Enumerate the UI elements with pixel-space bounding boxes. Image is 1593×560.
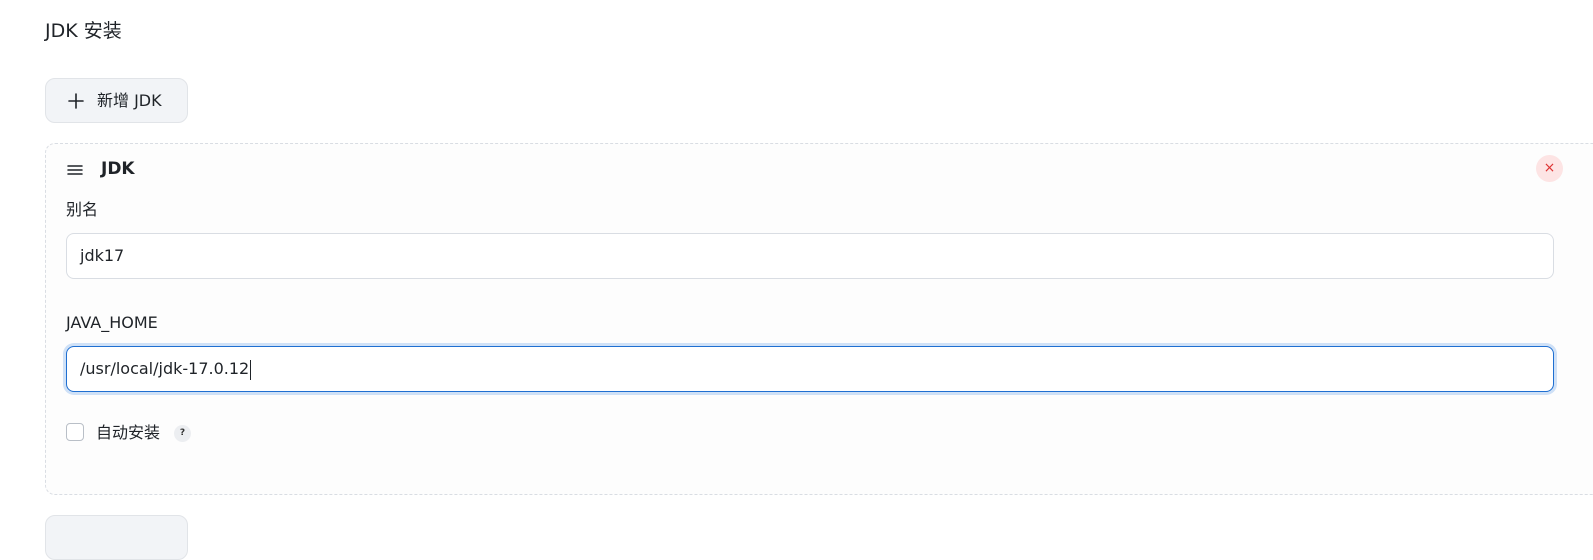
add-jdk-button[interactable]: 新增 JDK: [45, 78, 188, 123]
drag-handle-icon[interactable]: [67, 164, 83, 176]
java-home-input[interactable]: /usr/local/jdk-17.0.12: [66, 346, 1554, 392]
alias-input-value: jdk17: [80, 246, 125, 265]
close-icon[interactable]: ×: [1536, 155, 1563, 182]
card-title: JDK: [101, 159, 135, 179]
partial-button[interactable]: [45, 515, 188, 560]
text-caret: [250, 359, 252, 380]
alias-input[interactable]: jdk17: [66, 233, 1554, 279]
help-icon[interactable]: ?: [174, 425, 191, 442]
section-title: JDK 安装: [45, 20, 122, 42]
auto-install-label: 自动安装: [96, 423, 161, 442]
java-home-input-value: /usr/local/jdk-17.0.12: [80, 359, 250, 378]
plus-icon: [68, 93, 84, 109]
alias-label: 别名: [66, 200, 99, 219]
auto-install-checkbox[interactable]: [66, 423, 84, 441]
java-home-label: JAVA_HOME: [66, 313, 158, 332]
jdk-card: JDK × 别名 jdk17 JAVA_HOME /usr/local/jdk-…: [45, 143, 1593, 495]
add-jdk-button-label: 新增 JDK: [97, 91, 162, 110]
